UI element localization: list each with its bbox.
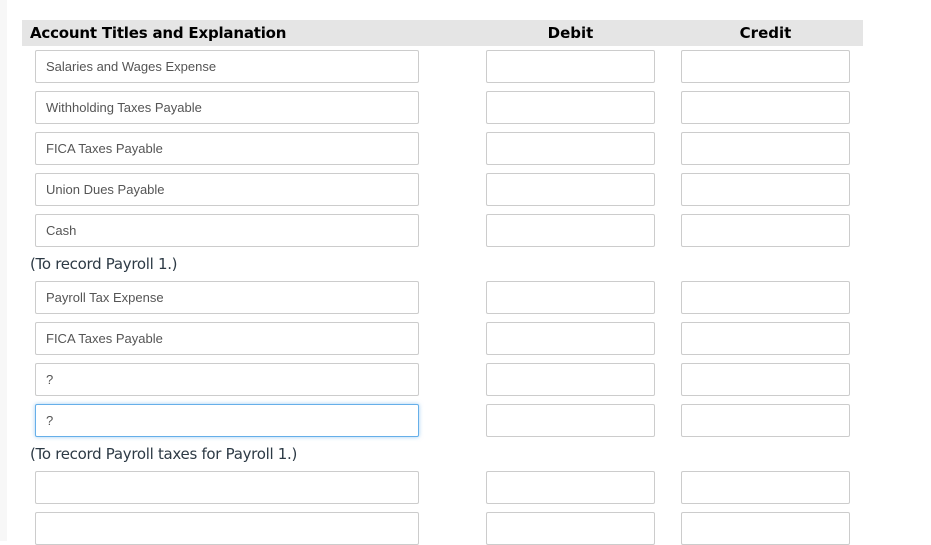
table-header: Account Titles and Explanation Debit Cre… — [22, 20, 863, 46]
journal-row — [22, 173, 863, 206]
journal-row — [22, 512, 863, 545]
debit-input[interactable] — [486, 91, 655, 124]
account-title-input[interactable] — [35, 132, 419, 165]
credit-input[interactable] — [681, 404, 850, 437]
credit-input[interactable] — [681, 322, 850, 355]
left-margin-strip — [0, 0, 7, 541]
journal-row — [22, 214, 863, 247]
account-title-input-focused[interactable] — [35, 404, 419, 437]
account-title-input[interactable] — [35, 471, 419, 504]
entry-explanation-note: (To record Payroll taxes for Payroll 1.) — [30, 445, 298, 463]
debit-input[interactable] — [486, 404, 655, 437]
account-title-input[interactable] — [35, 91, 419, 124]
journal-row — [22, 281, 863, 314]
credit-input[interactable] — [681, 471, 850, 504]
account-title-input[interactable] — [35, 173, 419, 206]
credit-input[interactable] — [681, 214, 850, 247]
debit-input[interactable] — [486, 50, 655, 83]
credit-input[interactable] — [681, 173, 850, 206]
journal-row — [22, 404, 863, 437]
debit-input[interactable] — [486, 132, 655, 165]
account-title-input[interactable] — [35, 512, 419, 545]
journal-row — [22, 91, 863, 124]
debit-input[interactable] — [486, 512, 655, 545]
debit-input[interactable] — [486, 471, 655, 504]
journal-row — [22, 322, 863, 355]
account-title-input[interactable] — [35, 363, 419, 396]
debit-input[interactable] — [486, 322, 655, 355]
credit-input[interactable] — [681, 281, 850, 314]
journal-row — [22, 132, 863, 165]
debit-input[interactable] — [486, 173, 655, 206]
journal-row — [22, 363, 863, 396]
account-title-input[interactable] — [35, 50, 419, 83]
credit-input[interactable] — [681, 512, 850, 545]
debit-input[interactable] — [486, 214, 655, 247]
header-debit: Debit — [547, 24, 594, 42]
journal-row — [22, 471, 863, 504]
entry-explanation-note: (To record Payroll 1.) — [30, 255, 178, 273]
credit-input[interactable] — [681, 91, 850, 124]
account-title-input[interactable] — [35, 214, 419, 247]
header-account-titles: Account Titles and Explanation — [30, 24, 287, 42]
credit-input[interactable] — [681, 132, 850, 165]
credit-input[interactable] — [681, 363, 850, 396]
header-credit: Credit — [739, 24, 792, 42]
debit-input[interactable] — [486, 281, 655, 314]
account-title-input[interactable] — [35, 322, 419, 355]
debit-input[interactable] — [486, 363, 655, 396]
journal-row — [22, 50, 863, 83]
journal-entry-table: Account Titles and Explanation Debit Cre… — [22, 20, 863, 545]
credit-input[interactable] — [681, 50, 850, 83]
account-title-input[interactable] — [35, 281, 419, 314]
